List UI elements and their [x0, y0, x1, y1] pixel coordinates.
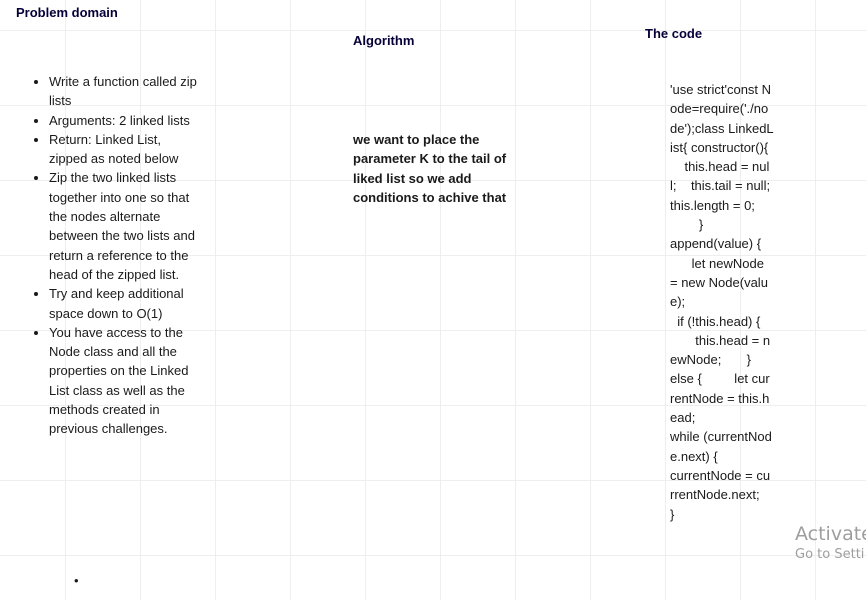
watermark-title: Activate: [795, 523, 866, 545]
algorithm-text: we want to place the parameter K to the …: [353, 132, 507, 205]
list-item: Arguments: 2 linked lists: [49, 111, 197, 130]
list-item: Write a function called zip lists: [49, 72, 197, 111]
list-item: You have access to the Node class and al…: [49, 323, 197, 439]
empty-list-bullet: •: [74, 573, 79, 588]
code-block: 'use strict'const Node=require('./node')…: [670, 82, 774, 522]
list-item: Zip the two linked lists together into o…: [49, 168, 197, 284]
algorithm-heading: Algorithm: [353, 33, 415, 48]
watermark-subtitle: Go to Setti: [795, 547, 865, 562]
activation-watermark: Activate Go to Setti: [795, 522, 866, 564]
problem-domain-list: Write a function called zip lists Argume…: [31, 72, 197, 439]
list-item: Return: Linked List, zipped as noted bel…: [49, 130, 197, 169]
problem-domain-heading: Problem domain: [16, 5, 118, 20]
list-item: Try and keep additional space down to O(…: [49, 284, 197, 323]
code-heading: The code: [645, 26, 703, 41]
